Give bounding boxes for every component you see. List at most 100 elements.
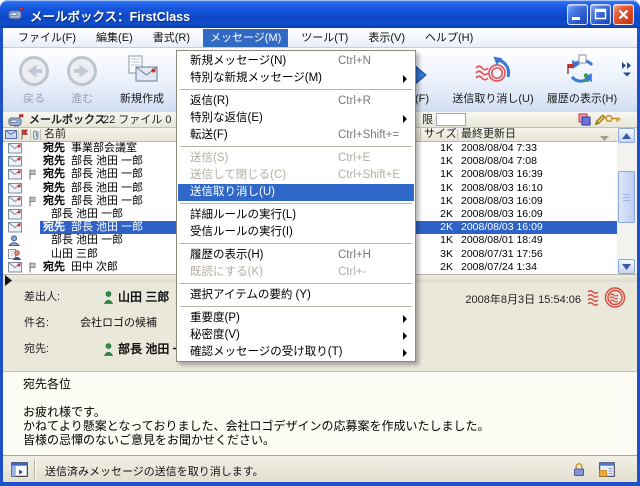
menu-item[interactable]: 転送(F)Ctrl+Shift+= [178, 127, 414, 144]
row-size: 1K [415, 155, 453, 168]
row-to-label: 宛先 [43, 261, 65, 274]
minimize-button[interactable] [567, 4, 588, 25]
menu-item-label: 送信(S) [190, 150, 228, 167]
submenu-arrow-icon [403, 75, 407, 83]
submenu-arrow-icon [403, 332, 407, 340]
flag-icon [28, 262, 37, 274]
row-name: 部長 池田 一郎 [51, 234, 123, 247]
menu-item[interactable]: 新規メッセージ(N)Ctrl+N [178, 53, 414, 70]
menu-item[interactable]: 確認メッセージの受け取り(T) [178, 344, 414, 361]
menu-item[interactable]: 返信(R)Ctrl+R [178, 93, 414, 110]
status-window-icon [11, 462, 28, 482]
pane-collapse-arrow-icon[interactable] [5, 273, 12, 291]
body-line: お疲れ様です。 [23, 405, 489, 419]
scroll-down-button[interactable] [618, 259, 635, 274]
message-menu: 新規メッセージ(N)Ctrl+N特別な新規メッセージ(M) 返信(R)Ctrl+R… [176, 50, 416, 362]
lock-icon [573, 462, 585, 482]
toolbar-button[interactable]: 新規作成 [107, 52, 177, 108]
list-scrollbar[interactable] [617, 128, 637, 274]
menu-separator [180, 283, 412, 284]
menu-item-shortcut: Ctrl+Shift+= [338, 127, 399, 144]
menu-item[interactable]: 送信取り消し(U) [178, 184, 414, 201]
toolbar-button-label: 戻る [11, 90, 57, 106]
maximize-button[interactable] [590, 4, 611, 25]
menu-item-shortcut: Ctrl+H [338, 247, 371, 264]
message-body-text: 宛先各位お疲れ様です。かねてより懸案となっておりました、会社ロゴデザインの応募案… [23, 377, 489, 447]
menubar-item[interactable]: ヘルプ(H) [418, 29, 480, 47]
row-size: 3K [415, 248, 453, 261]
field-label: 件名: [24, 316, 49, 331]
key-icon[interactable] [605, 113, 621, 127]
layout-icon[interactable] [599, 462, 615, 482]
row-size: 1K [415, 142, 453, 155]
column-header-date[interactable]: 最終更新日 [461, 128, 516, 141]
window-title: メールボックス：FirstClass [30, 6, 190, 25]
row-date: 2008/07/31 17:56 [461, 248, 543, 261]
row-name: 田中 次郎 [71, 261, 118, 274]
title-bar[interactable]: メールボックス：FirstClass [0, 0, 640, 28]
menu-item-label: 確認メッセージの受け取り(T) [190, 344, 342, 361]
menu-item[interactable]: 選択アイテムの要約 (Y) [178, 287, 414, 304]
row-size: 1K [415, 182, 453, 195]
toolbar-button: 進む [59, 52, 105, 108]
menubar-item[interactable]: 書式(R) [146, 29, 197, 47]
window-controls [567, 4, 634, 25]
row-size: 2K [415, 261, 453, 274]
menu-item[interactable]: 重要度(P) [178, 310, 414, 327]
row-date: 2008/08/03 16:10 [461, 182, 543, 195]
menubar-item[interactable]: ファイル(F) [11, 29, 83, 47]
menu-item-label: 重要度(P) [190, 310, 240, 327]
message-date: 2008年8月3日 15:54:06 [453, 291, 581, 307]
field-label: 差出人: [24, 290, 60, 305]
menu-item: 既読にする(K)Ctrl+- [178, 264, 414, 281]
menu-separator [180, 203, 412, 204]
row-to-label: 宛先 [43, 221, 65, 234]
menubar-item[interactable]: メッセージ(M) [203, 29, 288, 47]
menu-item-shortcut: Ctrl+E [338, 150, 370, 167]
menu-item[interactable]: 詳細ルールの実行(L) [178, 207, 414, 224]
row-to-label: 宛先 [43, 155, 65, 168]
menu-item[interactable]: 特別な返信(E) [178, 110, 414, 127]
panel-title: メールボックス [29, 113, 106, 127]
postmark-icon [587, 286, 627, 312]
row-to-label: 宛先 [43, 168, 65, 181]
menubar-item[interactable]: ツール(T) [294, 29, 355, 47]
menu-item-label: 詳細ルールの実行(L) [190, 207, 296, 224]
status-text: 送信済みメッセージの送信を取り消します。 [45, 463, 264, 479]
layers-icon[interactable] [578, 113, 591, 129]
back-icon [11, 52, 57, 90]
row-name: 部長 池田 一郎 [71, 182, 143, 195]
menubar-item[interactable]: 編集(E) [89, 29, 140, 47]
row-name: 部長 池田 一郎 [71, 195, 143, 208]
menu-item[interactable]: 受信ルールの実行(I) [178, 224, 414, 241]
menu-item[interactable]: 特別な新規メッセージ(M) [178, 70, 414, 87]
menu-separator [180, 306, 412, 307]
toolbar-button[interactable]: 履歴の表示(H) [537, 52, 627, 108]
body-line: 宛先各位 [23, 377, 489, 391]
scrollbar-thumb[interactable] [618, 171, 635, 223]
toolbar-button-label: 送信取り消し(U) [450, 90, 536, 106]
toolbar-button[interactable]: 送信取り消し(U) [450, 52, 536, 108]
toolbar-button-label: 進む [59, 90, 105, 106]
column-header-size[interactable]: サイズ [424, 128, 457, 141]
file-count: 22 ファイル 0 [103, 113, 171, 127]
menu-item-label: 選択アイテムの要約 (Y) [190, 287, 311, 304]
field-label: 宛先: [24, 342, 49, 357]
status-bar: 送信済みメッセージの送信を取り消します。 [3, 455, 637, 482]
row-size: 1K [415, 168, 453, 181]
menubar-item[interactable]: 表示(V) [361, 29, 412, 47]
menu-item[interactable]: 履歴の表示(H) Ctrl+H [178, 247, 414, 264]
body-line: 皆様の忌憚のないご意見をお聞かせください。 [23, 433, 489, 447]
mailbox-icon [8, 6, 25, 26]
menu-item[interactable]: 秘密度(V) [178, 327, 414, 344]
menu-item-label: 送信して閉じる(C) [190, 167, 286, 184]
column-header-name[interactable]: 名前 [44, 128, 66, 141]
row-date: 2008/08/04 7:33 [461, 142, 537, 155]
menu-item-label: 履歴の表示(H) [190, 247, 263, 264]
unsend-icon [450, 52, 536, 90]
scroll-up-button[interactable] [618, 128, 635, 143]
menu-separator [180, 146, 412, 147]
permissions-input[interactable] [436, 113, 466, 126]
close-button[interactable] [613, 4, 634, 25]
menu-item: 送信して閉じる(C)Ctrl+Shift+E [178, 167, 414, 184]
